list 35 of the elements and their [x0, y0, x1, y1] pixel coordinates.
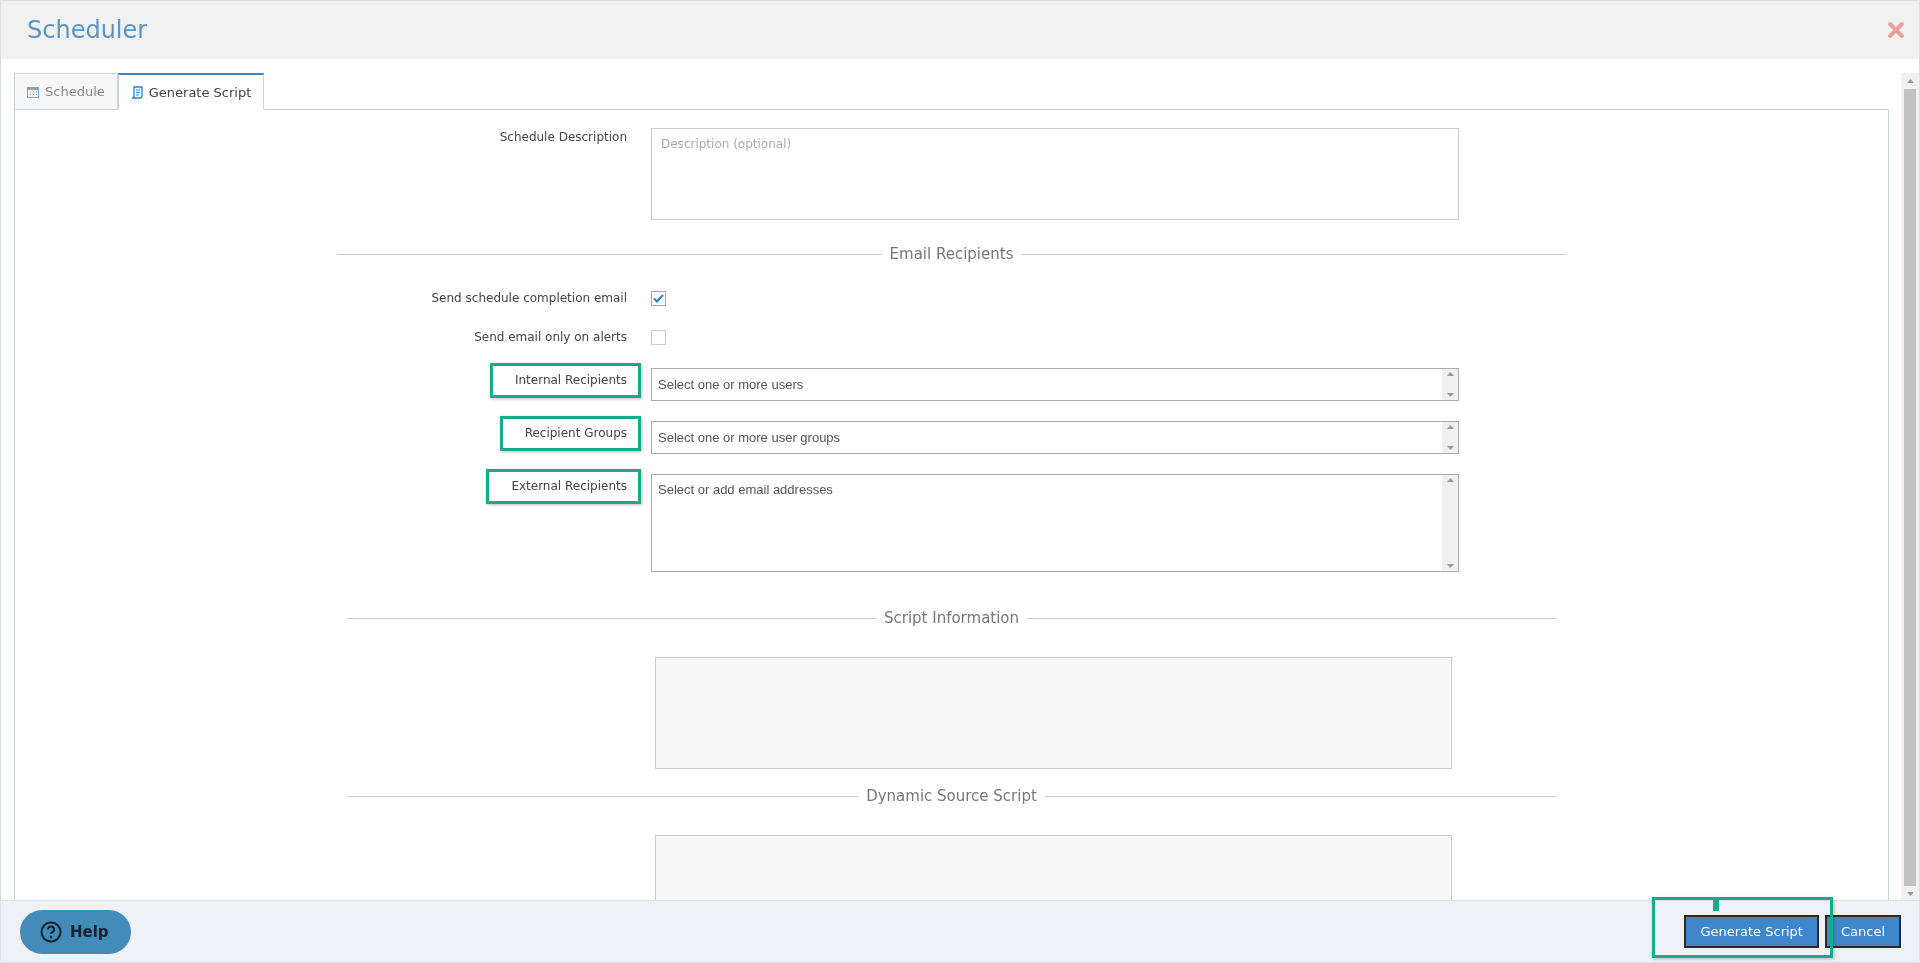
section-title: Script Information — [883, 609, 1020, 627]
field-label: Recipient Groups — [499, 416, 641, 451]
section-title: Email Recipients — [889, 245, 1014, 263]
option-label: Send schedule completion email — [431, 290, 628, 305]
tab[interactable]: Schedule — [14, 73, 118, 110]
section-title: Dynamic Source Script — [866, 787, 1037, 805]
spin-buttons[interactable] — [1442, 475, 1458, 571]
help-icon — [40, 920, 62, 943]
select-field[interactable]: Select one or more users — [651, 368, 1459, 401]
spin-buttons[interactable] — [1442, 422, 1458, 453]
up-arrow-icon[interactable] — [1446, 372, 1454, 376]
field-label: Schedule Description — [499, 129, 628, 144]
select-field[interactable]: Select or add email addresses — [651, 474, 1459, 572]
up-arrow-icon[interactable] — [1446, 425, 1454, 429]
action-button[interactable]: Cancel — [1824, 915, 1901, 948]
up-arrow-icon[interactable] — [1446, 478, 1454, 482]
field-label: Internal Recipients — [489, 363, 641, 398]
action-button[interactable]: Generate Script — [1684, 915, 1819, 948]
scroll-icon — [130, 85, 143, 99]
window-title: Scheduler — [27, 16, 148, 44]
spin-buttons[interactable] — [1442, 369, 1458, 400]
help-button[interactable]: Help — [20, 909, 131, 954]
option-label: Send email only on alerts — [474, 329, 628, 344]
description-field[interactable]: Description (optional) — [651, 128, 1459, 220]
down-arrow-icon[interactable] — [1446, 393, 1454, 397]
checkbox[interactable] — [651, 330, 666, 345]
select-field[interactable]: Select one or more user groups — [651, 421, 1459, 454]
checkbox[interactable] — [651, 291, 666, 306]
calendar-icon — [27, 85, 39, 98]
up-arrow-icon[interactable] — [1906, 79, 1914, 83]
down-arrow-icon[interactable] — [1446, 564, 1454, 568]
field-label: External Recipients — [486, 469, 641, 504]
down-arrow-icon[interactable] — [1446, 446, 1454, 450]
tab[interactable]: Generate Script — [117, 73, 265, 110]
down-arrow-icon[interactable] — [1906, 892, 1914, 896]
